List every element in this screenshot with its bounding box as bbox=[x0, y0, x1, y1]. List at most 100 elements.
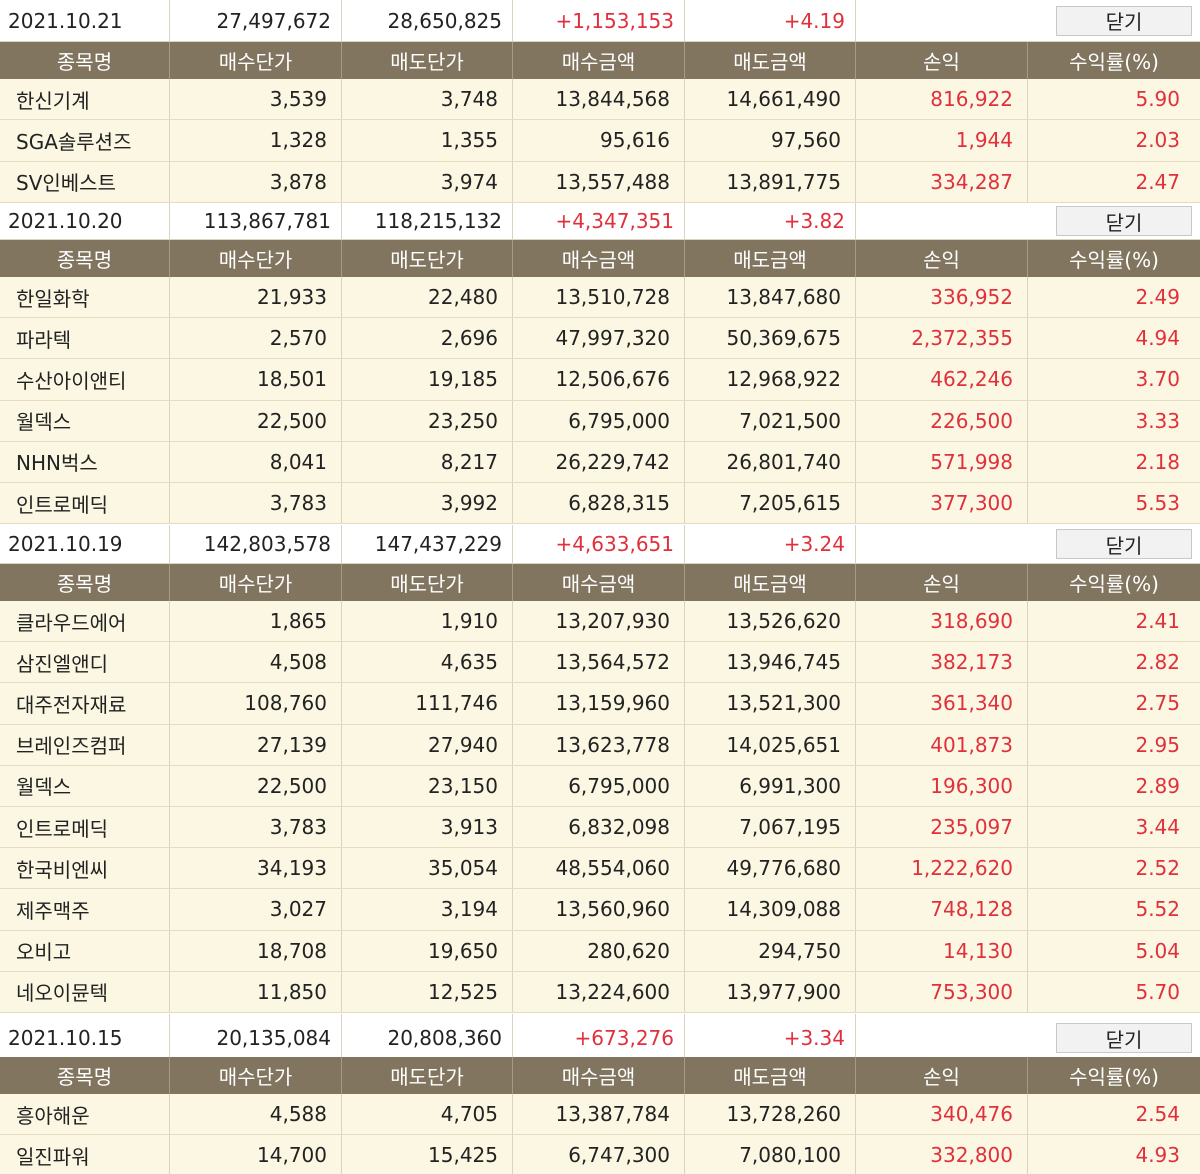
profit-total: +673,276 bbox=[513, 1014, 685, 1062]
table-row: SGA솔루션즈 1,328 1,355 95,616 97,560 1,944 2.03 bbox=[0, 120, 1200, 162]
close-button[interactable]: 닫기 bbox=[1056, 529, 1192, 559]
sell-amount-col: 7,067,195 bbox=[685, 807, 856, 848]
name-col: 월덱스 bbox=[0, 765, 170, 806]
buy-price-col: 3,539 bbox=[170, 79, 342, 120]
date-summary-row: 2021.10.20 113,867,781 118,215,132 +4,347,3… bbox=[0, 203, 1200, 240]
close-button[interactable]: 닫기 bbox=[1056, 206, 1192, 236]
rate-total: +3.82 bbox=[685, 203, 856, 239]
close-cell: 닫기 bbox=[856, 1014, 1200, 1062]
sell-amount-col: 97,560 bbox=[685, 120, 856, 161]
trade-date: 2021.10.21 bbox=[0, 0, 170, 41]
profit-total: +1,153,153 bbox=[513, 0, 685, 41]
sell-price-col: 1,355 bbox=[342, 120, 513, 161]
rate-col: 2.75 bbox=[1135, 691, 1180, 716]
name-col: 대주전자재료 bbox=[0, 683, 170, 724]
rate-col: 4.93 bbox=[1135, 1143, 1180, 1168]
table-row: 한일화학 21,933 22,480 13,510,728 13,847,680 336,… bbox=[0, 277, 1200, 319]
header-buy-price-col: 매수단가 bbox=[170, 42, 342, 79]
buy-price-col: 21,933 bbox=[170, 277, 342, 318]
header-sell-price-col: 매도단가 bbox=[342, 564, 513, 601]
close-button[interactable]: 닫기 bbox=[1056, 1023, 1192, 1053]
rate-col: 2.03 bbox=[1135, 128, 1180, 153]
profit-col: 14,130 bbox=[856, 930, 1028, 971]
trade-history-table: 2021.10.21 27,497,672 28,650,825 +1,153,153… bbox=[0, 0, 1200, 1174]
rate-col: 4.94 bbox=[1135, 326, 1180, 351]
buy-total: 27,497,672 bbox=[170, 0, 342, 41]
sell-price-col: 1,910 bbox=[342, 601, 513, 642]
rate-total: +4.19 bbox=[685, 0, 856, 41]
table-row: 수산아이앤티 18,501 19,185 12,506,676 12,968,922 46… bbox=[0, 359, 1200, 401]
rate-col: 5.70 bbox=[1135, 979, 1180, 1004]
name-col: 제주맥주 bbox=[0, 889, 170, 930]
name-col: 일진파워 bbox=[0, 1135, 170, 1174]
profit-col: 816,922 bbox=[856, 79, 1028, 120]
name-col: 수산아이앤티 bbox=[0, 359, 170, 400]
buy-amount-col: 6,832,098 bbox=[513, 807, 685, 848]
trade-date: 2021.10.20 bbox=[0, 203, 170, 239]
table-row: 한국비엔씨 34,193 35,054 48,554,060 49,776,680 1,2… bbox=[0, 848, 1200, 890]
buy-price-col: 3,783 bbox=[170, 807, 342, 848]
close-cell: 닫기 bbox=[856, 203, 1200, 239]
sell-amount-col: 13,728,260 bbox=[685, 1094, 856, 1135]
sell-amount-col: 6,991,300 bbox=[685, 765, 856, 806]
close-cell: 닫기 bbox=[856, 0, 1200, 41]
header-name-col: 종목명 bbox=[0, 42, 170, 79]
rate-total: +3.24 bbox=[685, 525, 856, 563]
buy-price-col: 3,783 bbox=[170, 483, 342, 524]
close-cell: 닫기 bbox=[856, 525, 1200, 563]
buy-amount-col: 6,747,300 bbox=[513, 1135, 685, 1174]
table-row: 흥아해운 4,588 4,705 13,387,784 13,728,260 340,47… bbox=[0, 1094, 1200, 1136]
name-col: 한신기계 bbox=[0, 79, 170, 120]
sell-price-col: 27,940 bbox=[342, 724, 513, 765]
table-row: 삼진엘앤디 4,508 4,635 13,564,572 13,946,745 382,1… bbox=[0, 642, 1200, 684]
rate-col: 2.47 bbox=[1135, 169, 1180, 194]
profit-col: 401,873 bbox=[856, 724, 1028, 765]
sell-price-col: 19,185 bbox=[342, 359, 513, 400]
buy-price-col: 18,501 bbox=[170, 359, 342, 400]
sell-amount-col: 13,946,745 bbox=[685, 642, 856, 683]
buy-price-col: 108,760 bbox=[170, 683, 342, 724]
sell-amount-col: 14,661,490 bbox=[685, 79, 856, 120]
header-rate-col: 수익률(%) bbox=[1069, 50, 1159, 74]
buy-amount-col: 280,620 bbox=[513, 930, 685, 971]
sell-price-col: 23,250 bbox=[342, 400, 513, 441]
buy-amount-col: 13,623,778 bbox=[513, 724, 685, 765]
rate-col: 5.04 bbox=[1135, 938, 1180, 963]
table-row: 인트로메딕 3,783 3,992 6,828,315 7,205,615 377,300… bbox=[0, 483, 1200, 525]
table-row: 대주전자재료 108,760 111,746 13,159,960 13,521,300… bbox=[0, 683, 1200, 725]
close-button[interactable]: 닫기 bbox=[1056, 5, 1192, 36]
sell-total: 28,650,825 bbox=[342, 0, 513, 41]
buy-price-col: 18,708 bbox=[170, 930, 342, 971]
sell-price-col: 35,054 bbox=[342, 848, 513, 889]
header-buy-price-col: 매수단가 bbox=[170, 240, 342, 277]
buy-price-col: 27,139 bbox=[170, 724, 342, 765]
profit-col: 334,287 bbox=[856, 161, 1028, 202]
profit-col: 571,998 bbox=[856, 441, 1028, 482]
rate-col: 2.41 bbox=[1135, 609, 1180, 634]
profit-col: 226,500 bbox=[856, 400, 1028, 441]
name-col: 한국비엔씨 bbox=[0, 848, 170, 889]
profit-col: 1,222,620 bbox=[856, 848, 1028, 889]
header-sell-price-col: 매도단가 bbox=[342, 240, 513, 277]
table-row: 클라우드에어 1,865 1,910 13,207,930 13,526,620 318,… bbox=[0, 601, 1200, 643]
buy-amount-col: 13,560,960 bbox=[513, 889, 685, 930]
table-row: 네오이뮨텍 11,850 12,525 13,224,600 13,977,900 753… bbox=[0, 971, 1200, 1013]
table-row: 월덱스 22,500 23,250 6,795,000 7,021,500 226,500… bbox=[0, 400, 1200, 442]
rate-col: 2.82 bbox=[1135, 650, 1180, 675]
header-sell-price-col: 매도단가 bbox=[342, 42, 513, 79]
sell-amount-col: 50,369,675 bbox=[685, 318, 856, 359]
table-row: 일진파워 14,700 15,425 6,747,300 7,080,100 332,80… bbox=[0, 1135, 1200, 1174]
profit-col: 2,372,355 bbox=[856, 318, 1028, 359]
rate-col: 2.95 bbox=[1135, 732, 1180, 757]
profit-col: 336,952 bbox=[856, 277, 1028, 318]
sell-amount-col: 13,521,300 bbox=[685, 683, 856, 724]
rate-col: 3.33 bbox=[1135, 408, 1180, 433]
buy-amount-col: 13,564,572 bbox=[513, 642, 685, 683]
buy-price-col: 2,570 bbox=[170, 318, 342, 359]
name-col: 파라텍 bbox=[0, 318, 170, 359]
column-header-row: 종목명 매수단가 매도단가 매수금액 매도금액 손익 수익률(%) bbox=[0, 240, 1200, 277]
sell-amount-col: 13,847,680 bbox=[685, 277, 856, 318]
name-col: 클라우드에어 bbox=[0, 601, 170, 642]
rate-col: 2.18 bbox=[1135, 449, 1180, 474]
sell-amount-col: 14,309,088 bbox=[685, 889, 856, 930]
